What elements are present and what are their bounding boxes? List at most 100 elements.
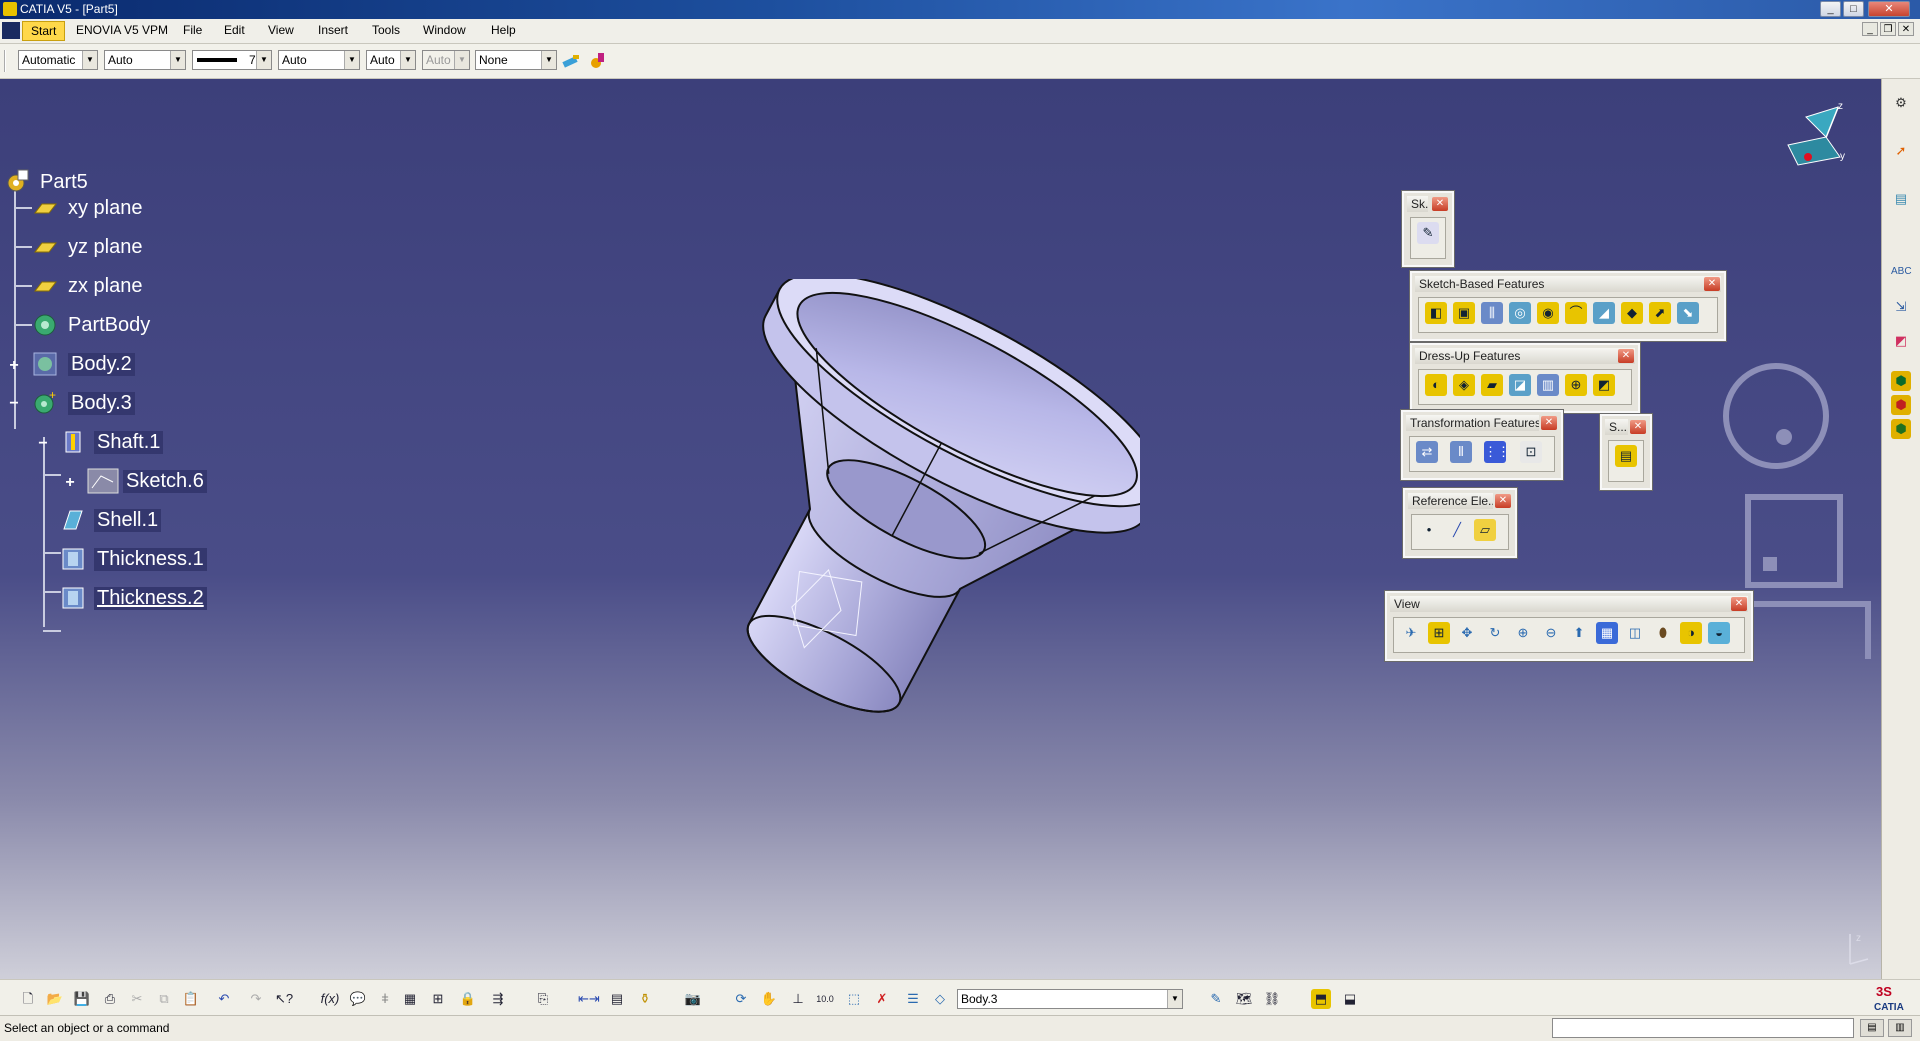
transparency-select[interactable]: Auto ▼ bbox=[104, 50, 186, 70]
thickness-icon[interactable]: ▥ bbox=[1537, 374, 1559, 396]
cut-icon[interactable]: ✂ bbox=[127, 989, 147, 1009]
menu-edit[interactable]: Edit bbox=[224, 23, 245, 37]
status-toggle-icon[interactable]: ▥ bbox=[1888, 1019, 1912, 1037]
power-input-field[interactable] bbox=[1552, 1018, 1854, 1038]
dress-up-features-toolbar[interactable]: Dress-Up Features ✕ ◐ ◈ ▰ ◪ ▥ ⊕ ◩ bbox=[1409, 342, 1641, 414]
3d-part-model[interactable] bbox=[640, 279, 1140, 799]
thread-icon[interactable]: ⊕ bbox=[1565, 374, 1587, 396]
hide-show-icon[interactable]: ◑ bbox=[1680, 622, 1702, 644]
toolbar-grip[interactable] bbox=[4, 50, 10, 72]
view-toolbar[interactable]: View ✕ ✈ ⊞ ✥ ↻ ⊕ ⊖ ⬆ ▦ ◫ ⬮ ◑ ◒ bbox=[1384, 590, 1754, 662]
knowledge-icon[interactable]: ǂ bbox=[375, 989, 395, 1009]
menu-enovia[interactable]: ENOVIA V5 VPM bbox=[76, 23, 168, 37]
close-icon[interactable]: ✕ bbox=[1618, 349, 1634, 363]
close-button[interactable]: ✕ bbox=[1868, 1, 1910, 17]
point-type-select[interactable]: Auto ▼ bbox=[366, 50, 416, 70]
paste-icon[interactable]: 📋 bbox=[181, 989, 201, 1009]
layer-select[interactable]: None ▼ bbox=[475, 50, 557, 70]
painter-icon[interactable] bbox=[561, 51, 583, 71]
minimize-button[interactable]: _ bbox=[1820, 1, 1841, 17]
menu-file[interactable]: File bbox=[183, 23, 202, 37]
point-icon[interactable]: • bbox=[1418, 519, 1440, 541]
isometric-view-icon[interactable]: ◫ bbox=[1624, 622, 1646, 644]
mdi-restore-button[interactable]: ❐ bbox=[1880, 22, 1896, 36]
insert-body-icon[interactable]: ⬓ bbox=[1340, 989, 1360, 1009]
analysis-icon[interactable]: ⬢ bbox=[1891, 371, 1911, 391]
close-icon[interactable]: ✕ bbox=[1541, 416, 1557, 430]
pad-icon[interactable]: ◧ bbox=[1425, 302, 1447, 324]
comment-icon[interactable]: 💬 bbox=[348, 989, 368, 1009]
line-type-select[interactable]: Auto ▼ bbox=[278, 50, 360, 70]
line-icon[interactable]: ╱ bbox=[1446, 519, 1468, 541]
close-icon[interactable]: ✕ bbox=[1495, 494, 1511, 508]
fly-mode-icon[interactable]: ✈ bbox=[1400, 622, 1422, 644]
undo-icon[interactable]: ↶ bbox=[214, 989, 234, 1009]
menu-start[interactable]: Start bbox=[22, 21, 66, 41]
stiffener-icon[interactable]: ◆ bbox=[1621, 302, 1643, 324]
print-icon[interactable]: ⎙ bbox=[100, 989, 120, 1009]
shell-icon[interactable]: ◪ bbox=[1509, 374, 1531, 396]
grid-snap-icon[interactable]: 10.0 bbox=[815, 989, 835, 1009]
gear-icon[interactable]: ⚙ bbox=[1891, 93, 1911, 113]
new-file-icon[interactable]: 🗋 bbox=[18, 989, 38, 1009]
select-arrow-icon[interactable]: ➚ bbox=[1891, 141, 1911, 161]
mirror-icon[interactable]: ⫴ bbox=[1450, 441, 1472, 463]
rib-icon[interactable]: ⌒ bbox=[1565, 302, 1587, 324]
remove-face-icon[interactable]: ◩ bbox=[1593, 374, 1615, 396]
apply-material-icon[interactable]: ◩ bbox=[1891, 331, 1911, 351]
app-menu-icon[interactable] bbox=[2, 22, 20, 39]
shading-icon[interactable]: ⬮ bbox=[1652, 622, 1674, 644]
work-object-icon[interactable]: ◇ bbox=[930, 989, 950, 1009]
links-icon[interactable]: ⛓ bbox=[1262, 989, 1282, 1009]
normal-view-icon[interactable]: ⬆ bbox=[1568, 622, 1590, 644]
close-icon[interactable]: ✕ bbox=[1630, 420, 1646, 434]
draft-angle-icon[interactable]: ▰ bbox=[1481, 374, 1503, 396]
curvature-analysis-icon[interactable]: ⬢ bbox=[1891, 419, 1911, 439]
scaling-icon[interactable]: ⊡ bbox=[1520, 441, 1542, 463]
current-body-select[interactable]: Body.3 ▼ bbox=[957, 989, 1183, 1009]
rotate-icon[interactable]: ↻ bbox=[1484, 622, 1506, 644]
compass-icon[interactable]: z y bbox=[1778, 97, 1858, 177]
close-icon[interactable]: ✕ bbox=[1704, 277, 1720, 291]
measure-item-icon[interactable]: ▤ bbox=[607, 989, 627, 1009]
boolean-operations-icon[interactable]: ⬒ bbox=[1311, 989, 1331, 1009]
slot-icon[interactable]: ◢ bbox=[1593, 302, 1615, 324]
mdi-minimize-button[interactable]: _ bbox=[1862, 22, 1878, 36]
edge-fillet-icon[interactable]: ◐ bbox=[1425, 374, 1447, 396]
cut-part-icon[interactable]: ✗ bbox=[872, 989, 892, 1009]
format-painter-icon[interactable] bbox=[588, 51, 610, 71]
swap-visible-space-icon[interactable]: ◒ bbox=[1708, 622, 1730, 644]
lock-icon[interactable]: 🔒 bbox=[458, 989, 478, 1009]
status-option-icon[interactable]: ▤ bbox=[1860, 1019, 1884, 1037]
zoom-in-icon[interactable]: ⊕ bbox=[1512, 622, 1534, 644]
menu-window[interactable]: Window bbox=[423, 23, 466, 37]
hole-icon[interactable]: ◉ bbox=[1537, 302, 1559, 324]
measure-between-icon[interactable]: ⇤⇥ bbox=[578, 989, 600, 1009]
list-icon[interactable]: ☰ bbox=[903, 989, 923, 1009]
color-select[interactable]: Automatic ▼ bbox=[18, 50, 98, 70]
redo-icon[interactable]: ↷ bbox=[246, 989, 266, 1009]
constraint-icon[interactable]: ▤ bbox=[1891, 189, 1911, 209]
formula-icon[interactable]: f(x) bbox=[320, 989, 340, 1009]
shaft-icon[interactable]: ⫼ bbox=[1481, 302, 1503, 324]
mdi-close-button[interactable]: ✕ bbox=[1898, 22, 1914, 36]
fit-all-in-icon[interactable]: ⊞ bbox=[1428, 622, 1450, 644]
rotate-view-icon[interactable]: ⟳ bbox=[731, 989, 751, 1009]
open-folder-icon[interactable]: 📂 bbox=[45, 989, 65, 1009]
expand-icon[interactable]: + bbox=[7, 358, 21, 374]
expand-icon[interactable]: + bbox=[63, 475, 77, 491]
removed-multi-sections-icon[interactable]: ⬊ bbox=[1677, 302, 1699, 324]
sketcher-icon[interactable]: ✎ bbox=[1417, 222, 1439, 244]
thick-surface-icon[interactable]: ▤ bbox=[1615, 445, 1637, 467]
whats-this-icon[interactable]: ↖? bbox=[274, 989, 294, 1009]
measure-inertia-icon[interactable]: ⚱ bbox=[635, 989, 655, 1009]
pan-icon[interactable]: ✥ bbox=[1456, 622, 1478, 644]
chamfer-icon[interactable]: ◈ bbox=[1453, 374, 1475, 396]
measure-icon[interactable]: ⇲ bbox=[1891, 297, 1911, 317]
publish-icon[interactable]: ✎ bbox=[1206, 989, 1226, 1009]
update-icon[interactable]: ⇶ bbox=[488, 989, 508, 1009]
close-icon[interactable]: ✕ bbox=[1432, 197, 1448, 211]
draft-analysis-icon[interactable]: ⬢ bbox=[1891, 395, 1911, 415]
reference-elements-toolbar[interactable]: Reference Ele... ✕ • ╱ ▱ bbox=[1402, 487, 1518, 559]
map-icon[interactable]: 🗺 bbox=[1234, 989, 1254, 1009]
